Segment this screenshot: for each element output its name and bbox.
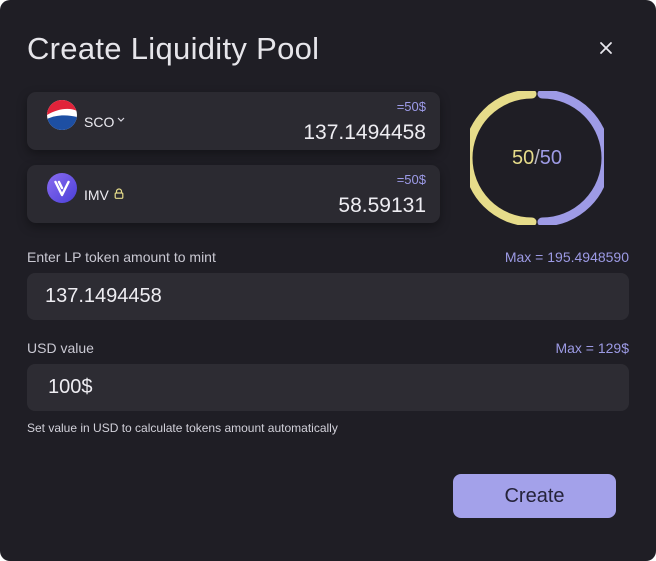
imv-token-logo-icon bbox=[47, 173, 77, 203]
modal-title: Create Liquidity Pool bbox=[27, 31, 320, 66]
ratio-ring: 50/50 bbox=[463, 89, 611, 227]
token-selector[interactable]: SCO bbox=[84, 114, 125, 130]
lp-amount-input[interactable]: 137.1494458 bbox=[27, 273, 629, 320]
token-card-imv: IMV =50$ 58.59131 bbox=[27, 165, 440, 223]
chevron-down-icon bbox=[117, 117, 125, 122]
usd-hint-text: Set value in USD to calculate tokens amo… bbox=[27, 421, 338, 435]
lock-icon bbox=[114, 187, 124, 199]
token-card-sco: SCO =50$ 137.1494458 bbox=[27, 92, 440, 150]
close-button[interactable] bbox=[594, 36, 618, 60]
close-icon bbox=[600, 42, 612, 54]
ratio-label: 50/50 bbox=[470, 91, 604, 225]
token-amount: 58.59131 bbox=[338, 194, 426, 217]
token-usd-value: =50$ bbox=[396, 172, 426, 187]
token-label: IMV bbox=[84, 187, 124, 203]
usd-value-input[interactable]: 100$ bbox=[27, 364, 629, 411]
token-usd-value: =50$ bbox=[396, 99, 426, 114]
pepsi-logo-icon bbox=[47, 100, 77, 130]
token-amount: 137.1494458 bbox=[303, 121, 426, 144]
create-liquidity-pool-modal: Create Liquidity Pool SCO =50$ 137.14944… bbox=[0, 0, 656, 561]
usd-max-link[interactable]: Max = 129$ bbox=[555, 340, 629, 356]
token-symbol: SCO bbox=[84, 114, 115, 130]
create-button[interactable]: Create bbox=[453, 474, 616, 518]
lp-amount-label: Enter LP token amount to mint bbox=[27, 249, 216, 265]
token-symbol: IMV bbox=[84, 187, 109, 203]
usd-value-label: USD value bbox=[27, 340, 94, 356]
ratio-right: 50 bbox=[539, 146, 563, 169]
lp-max-link[interactable]: Max = 195.4948590 bbox=[505, 249, 629, 265]
ratio-left: 50 bbox=[511, 146, 535, 169]
